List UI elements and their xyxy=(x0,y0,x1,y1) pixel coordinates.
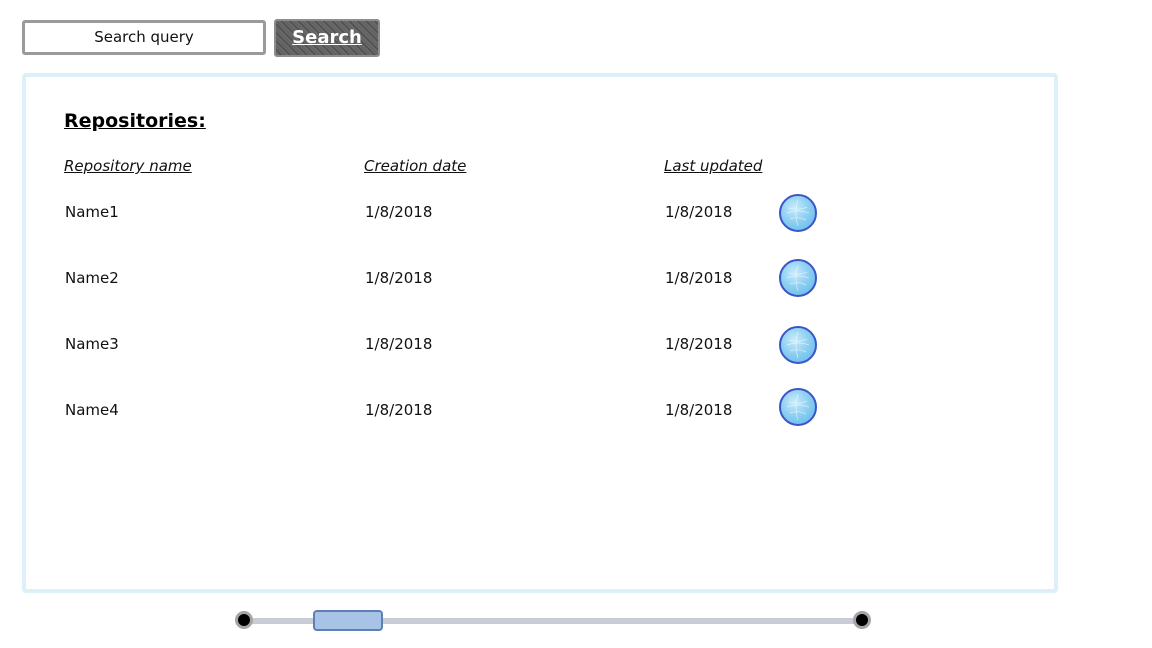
column-header-last-updated: Last updated xyxy=(664,157,763,175)
creation-date-cell: 1/8/2018 xyxy=(365,269,433,287)
column-header-creation-date: Creation date xyxy=(364,157,467,175)
row-action-button[interactable] xyxy=(779,326,817,364)
creation-date-cell: 1/8/2018 xyxy=(365,401,433,419)
creation-date-cell: 1/8/2018 xyxy=(365,203,433,221)
repository-name-cell: Name4 xyxy=(65,401,119,419)
creation-date-cell: 1/8/2018 xyxy=(365,335,433,353)
globe-icon xyxy=(786,199,810,227)
scrollbar-thumb[interactable] xyxy=(313,610,383,631)
repository-name-cell: Name1 xyxy=(65,203,119,221)
last-updated-cell: 1/8/2018 xyxy=(665,335,733,353)
scroll-left-end-button[interactable] xyxy=(235,611,253,629)
panel-title: Repositories: xyxy=(64,110,206,132)
search-input[interactable]: Search query xyxy=(22,20,266,55)
search-button[interactable]: Search xyxy=(274,19,380,57)
row-action-button[interactable] xyxy=(779,259,817,297)
column-header-repository-name: Repository name xyxy=(64,157,192,175)
repository-name-cell: Name2 xyxy=(65,269,119,287)
last-updated-cell: 1/8/2018 xyxy=(665,203,733,221)
row-action-button[interactable] xyxy=(779,194,817,232)
repositories-panel xyxy=(22,73,1058,593)
repository-name-cell: Name3 xyxy=(65,335,119,353)
row-action-button[interactable] xyxy=(779,388,817,426)
last-updated-cell: 1/8/2018 xyxy=(665,401,733,419)
last-updated-cell: 1/8/2018 xyxy=(665,269,733,287)
globe-icon xyxy=(786,393,810,421)
scroll-right-end-button[interactable] xyxy=(853,611,871,629)
globe-icon xyxy=(786,331,810,359)
globe-icon xyxy=(786,264,810,292)
